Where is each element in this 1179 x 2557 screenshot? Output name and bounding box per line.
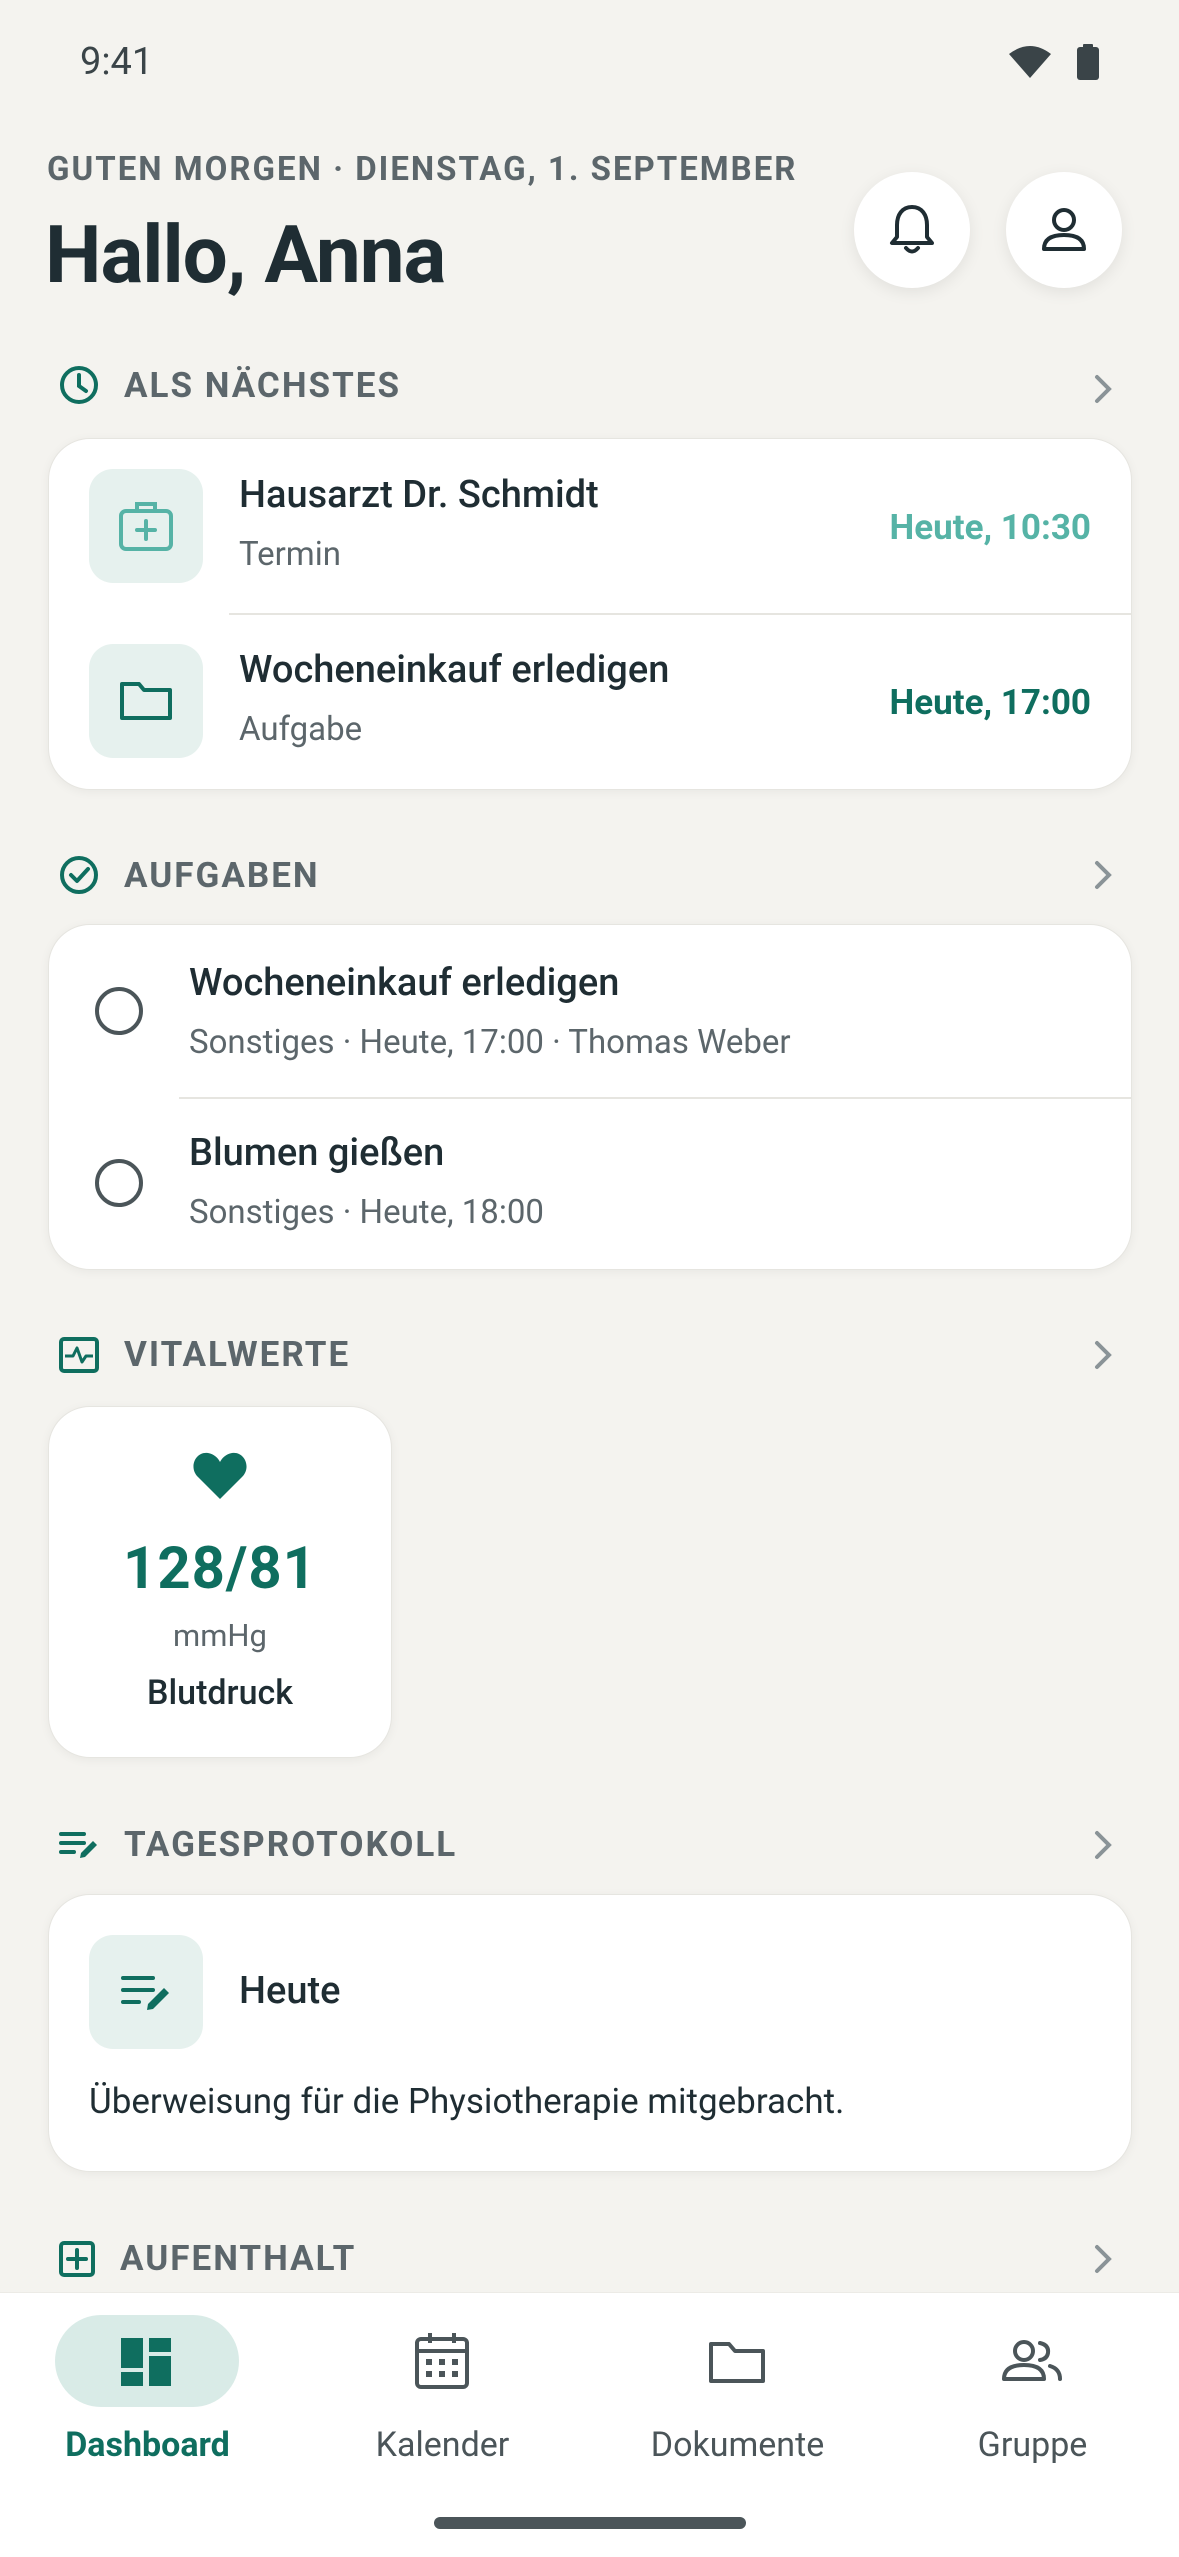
log-text: Überweisung für die Physiotherapie mitge… [89, 2081, 845, 2122]
section-stay-title: AUFENTHALT [120, 2238, 357, 2279]
home-indicator [434, 2517, 746, 2529]
next-item-tile [89, 469, 203, 583]
vital-label: Blutdruck [147, 1673, 293, 1713]
wifi-icon [1009, 46, 1051, 78]
section-tasks-header[interactable]: AUFGABEN [58, 854, 320, 896]
section-log-title: TAGESPROTOKOLL [124, 1824, 458, 1865]
chevron-right-icon[interactable] [1089, 1338, 1117, 1372]
next-item-title: Hausarzt Dr. Schmidt [239, 473, 599, 517]
vital-card-blood-pressure[interactable]: 128/81 mmHg Blutdruck [48, 1406, 392, 1758]
next-item-time: Heute, 17:00 [889, 682, 1091, 723]
check-circle-icon [60, 856, 98, 894]
next-card: Hausarzt Dr. Schmidt Termin Heute, 10:30… [48, 438, 1132, 790]
section-log-header[interactable]: TAGESPROTOKOLL [58, 1824, 457, 1865]
greeting-date: GUTEN MORGEN · DIENSTAG, 1. SEPTEMBER [47, 150, 798, 189]
medical-kit-icon [119, 502, 173, 551]
page-title: Hallo, Anna [45, 208, 446, 302]
clock-icon [60, 366, 98, 404]
section-tasks-title: AUFGABEN [124, 854, 320, 896]
edit-note-icon [121, 1976, 169, 2010]
hospital-plus-icon [59, 2240, 95, 2277]
nav-label: Dashboard [65, 2425, 230, 2465]
battery-icon [1077, 44, 1099, 80]
next-item[interactable]: Hausarzt Dr. Schmidt Termin Heute, 10:30 [49, 439, 1131, 614]
log-card[interactable]: Heute Überweisung für die Physiotherapie… [48, 1894, 1132, 2172]
log-day: Heute [239, 1969, 341, 2013]
group-icon [1002, 2340, 1062, 2381]
task-checkbox[interactable] [95, 1159, 143, 1207]
section-stay-header[interactable]: AUFENTHALT [58, 2238, 356, 2279]
heart-icon [193, 1452, 247, 1499]
task-meta: Sonstiges · Heute, 18:00 [189, 1193, 544, 1232]
section-next-title: ALS NÄCHSTES [124, 364, 402, 406]
chevron-right-icon[interactable] [1089, 372, 1117, 406]
vital-value: 128/81 [123, 1535, 317, 1603]
task-title: Blumen gießen [189, 1131, 445, 1175]
tasks-card: Wocheneinkauf erledigen Sonstiges · Heut… [48, 924, 1132, 1270]
next-item-subtitle: Termin [239, 535, 341, 574]
nav-label: Kalender [375, 2425, 510, 2465]
nav-label: Dokumente [650, 2425, 825, 2465]
section-next-header[interactable]: ALS NÄCHSTES [58, 364, 401, 406]
task-row: Wocheneinkauf erledigen Sonstiges · Heut… [49, 925, 1131, 1097]
next-item-title: Wocheneinkauf erledigen [239, 648, 670, 692]
task-title: Wocheneinkauf erledigen [189, 961, 620, 1005]
dashboard-icon [121, 2338, 171, 2386]
task-row: Blumen gießen Sonstiges · Heute, 18:00 [49, 1097, 1131, 1269]
status-time: 9:41 [80, 40, 154, 84]
next-item-time: Heute, 10:30 [889, 507, 1091, 548]
next-item[interactable]: Wocheneinkauf erledigen Aufgabe Heute, 1… [49, 614, 1131, 789]
log-tile [89, 1935, 203, 2049]
status-icons [1007, 44, 1101, 80]
profile-button[interactable] [1006, 172, 1122, 288]
chevron-right-icon[interactable] [1089, 858, 1117, 892]
task-checkbox[interactable] [95, 987, 143, 1035]
notifications-button[interactable] [854, 172, 970, 288]
next-item-subtitle: Aufgabe [239, 710, 363, 749]
bell-icon [890, 205, 934, 254]
user-icon [1042, 208, 1086, 251]
nav-label: Gruppe [977, 2425, 1088, 2465]
vitals-monitor-icon [59, 1336, 99, 1373]
next-item-tile [89, 644, 203, 758]
chevron-right-icon[interactable] [1089, 2242, 1117, 2276]
task-meta: Sonstiges · Heute, 17:00 · Thomas Weber [189, 1023, 791, 1062]
chevron-right-icon[interactable] [1089, 1828, 1117, 1862]
calendar-icon [415, 2333, 469, 2389]
folder-icon [709, 2342, 765, 2383]
folder-icon [120, 682, 172, 720]
vital-unit: mmHg [173, 1617, 267, 1654]
edit-note-icon [59, 1831, 97, 1858]
section-vitals-header[interactable]: VITALWERTE [58, 1334, 350, 1375]
section-vitals-title: VITALWERTE [124, 1334, 351, 1375]
